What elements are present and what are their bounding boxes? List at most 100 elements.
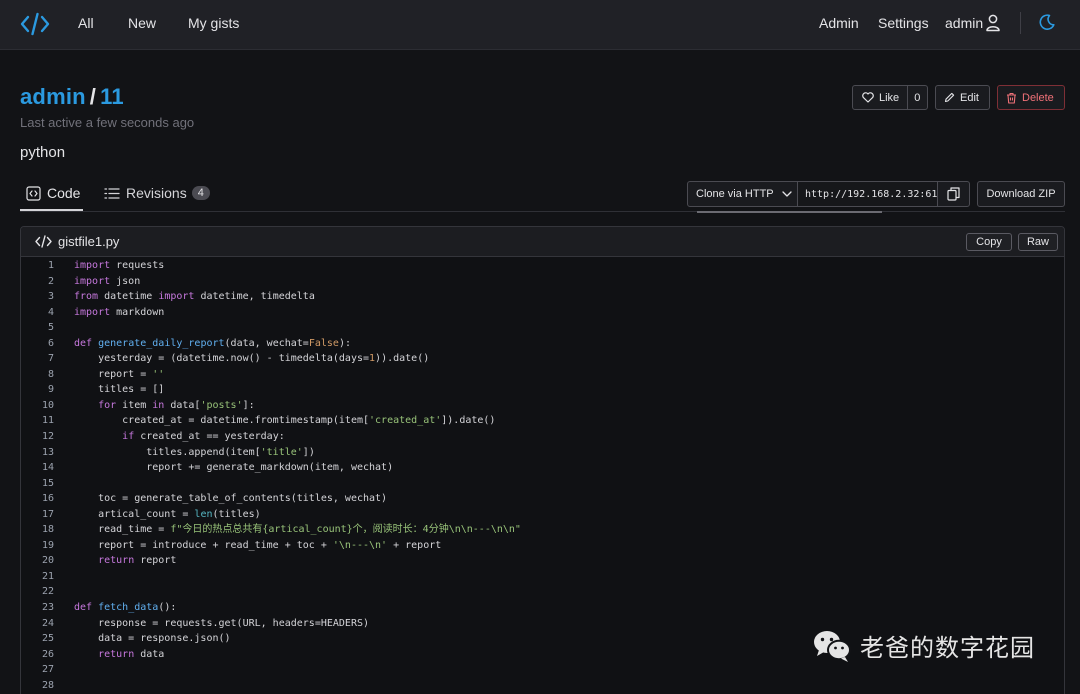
code-line: 15 — [21, 476, 1064, 492]
code-line: 5 — [21, 320, 1064, 336]
gist-owner-link[interactable]: admin — [20, 84, 86, 109]
revisions-count-badge: 4 — [191, 186, 210, 200]
line-code: return data — [98, 648, 165, 660]
code-line: 11 created_at = datetime.fromtimestamp(i… — [21, 413, 1064, 429]
line-code: yesterday = (datetime.now() - timedelta(… — [74, 353, 430, 365]
line-number[interactable]: 26 — [21, 647, 54, 663]
line-number[interactable]: 2 — [21, 274, 54, 290]
line-number[interactable]: 9 — [21, 382, 54, 398]
code-line: 23 def fetch_data(): — [21, 600, 1064, 616]
code-line: 17 artical_count = len(titles) — [21, 507, 1064, 523]
title-separator: / — [89, 84, 97, 109]
line-number[interactable]: 4 — [21, 305, 54, 321]
line-number[interactable]: 13 — [21, 445, 54, 461]
heart-icon — [862, 92, 874, 103]
line-code: from datetime import datetime, timedelta — [74, 291, 315, 303]
line-number[interactable]: 23 — [21, 600, 54, 616]
tab-revisions-label: Revisions — [126, 185, 187, 201]
download-zip-button[interactable]: Download ZIP — [977, 181, 1065, 207]
line-code: return report — [98, 555, 177, 567]
line-number[interactable]: 5 — [21, 320, 54, 336]
gist-id-link[interactable]: 11 — [100, 84, 124, 109]
tab-code[interactable]: Code — [26, 185, 80, 201]
code-line: 2 import json — [21, 274, 1064, 290]
line-number[interactable]: 19 — [21, 538, 54, 554]
clone-url-field[interactable]: http://192.168.2.32:61 — [798, 182, 938, 206]
edit-button[interactable]: Edit — [935, 85, 990, 110]
code-line: 8 report = '' — [21, 367, 1064, 383]
line-number[interactable]: 25 — [21, 631, 54, 647]
gist-description: python — [20, 144, 66, 161]
line-number[interactable]: 3 — [21, 289, 54, 305]
file-header: gistfile1.py Copy Raw — [21, 227, 1064, 257]
line-number[interactable]: 16 — [21, 491, 54, 507]
user-icon[interactable] — [986, 14, 1000, 32]
line-number[interactable]: 22 — [21, 584, 54, 600]
code-line: 4 import markdown — [21, 305, 1064, 321]
list-icon — [104, 187, 120, 199]
clone-select-indicator — [697, 211, 882, 213]
tab-code-label: Code — [47, 185, 81, 201]
line-number[interactable]: 12 — [21, 429, 54, 445]
tab-revisions[interactable]: Revisions 4 — [104, 185, 210, 201]
line-number[interactable]: 6 — [21, 336, 54, 352]
line-number[interactable]: 17 — [21, 507, 54, 523]
line-number[interactable]: 14 — [21, 460, 54, 476]
line-number[interactable]: 27 — [21, 662, 54, 678]
line-number[interactable]: 18 — [21, 522, 54, 538]
code-line: 1 import requests — [21, 258, 1064, 274]
line-number[interactable]: 11 — [21, 413, 54, 429]
line-code: import markdown — [74, 306, 165, 318]
code-file-icon — [26, 185, 41, 201]
code-line: 18 read_time = f"今日的热点总共有{artical_count}… — [21, 522, 1064, 538]
line-code: response = requests.get(URL, headers=HEA… — [74, 617, 370, 629]
line-code: artical_count = len(titles) — [74, 508, 261, 520]
copy-code-button[interactable]: Copy — [966, 233, 1012, 251]
delete-button[interactable]: Delete — [997, 85, 1065, 110]
line-number[interactable]: 24 — [21, 616, 54, 632]
code-line: 14 report += generate_markdown(item, wec… — [21, 460, 1064, 476]
code-icon — [35, 235, 52, 248]
code-logo-icon[interactable] — [20, 11, 50, 37]
code-line: 10 for item in data['posts']: — [21, 398, 1064, 414]
line-code: import requests — [74, 260, 165, 271]
raw-button[interactable]: Raw — [1018, 233, 1058, 251]
like-count: 0 — [914, 91, 921, 104]
code-line: 16 toc = generate_table_of_contents(titl… — [21, 491, 1064, 507]
line-code: titles.append(item['title']) — [74, 446, 315, 458]
nav-new-link[interactable]: New — [128, 15, 156, 31]
nav-settings-link[interactable]: Settings — [878, 15, 929, 31]
nav-admin-link[interactable]: Admin — [819, 15, 859, 31]
clipboard-icon — [947, 187, 960, 201]
clone-method-select[interactable]: Clone via HTTP — [688, 182, 798, 206]
file-name-label: gistfile1.py — [58, 234, 120, 249]
line-number[interactable]: 10 — [21, 398, 54, 414]
code-line: 27 — [21, 662, 1064, 678]
like-button[interactable]: Like — [853, 86, 909, 109]
line-number[interactable]: 15 — [21, 476, 54, 492]
like-label: Like — [879, 91, 900, 104]
line-number[interactable]: 7 — [21, 351, 54, 367]
code-line: 28 — [21, 678, 1064, 694]
copy-url-button[interactable] — [938, 182, 969, 206]
nav-all-link[interactable]: All — [78, 15, 94, 31]
line-code: if created_at == yesterday: — [122, 431, 285, 443]
gist-title: admin/11 — [20, 84, 124, 110]
code-line: 20 return report — [21, 553, 1064, 569]
line-number[interactable]: 20 — [21, 553, 54, 569]
line-number[interactable]: 1 — [21, 258, 54, 274]
nav-user-link[interactable]: admin — [945, 15, 983, 31]
nav-my-gists-link[interactable]: My gists — [188, 15, 239, 31]
line-number[interactable]: 21 — [21, 569, 54, 585]
code-line: 7 yesterday = (datetime.now() - timedelt… — [21, 351, 1064, 367]
trash-icon — [1007, 92, 1016, 104]
code-line: 9 titles = [] — [21, 382, 1064, 398]
file-name[interactable]: gistfile1.py — [35, 234, 119, 249]
tabs-divider — [20, 211, 1065, 212]
clone-control: Clone via HTTP http://192.168.2.32:61 — [687, 181, 970, 207]
moon-icon[interactable] — [1038, 13, 1056, 31]
code-line: 3 from datetime import datetime, timedelt… — [21, 289, 1064, 305]
line-number[interactable]: 8 — [21, 367, 54, 383]
line-number[interactable]: 28 — [21, 678, 54, 694]
code-line: 13 titles.append(item['title']) — [21, 445, 1064, 461]
